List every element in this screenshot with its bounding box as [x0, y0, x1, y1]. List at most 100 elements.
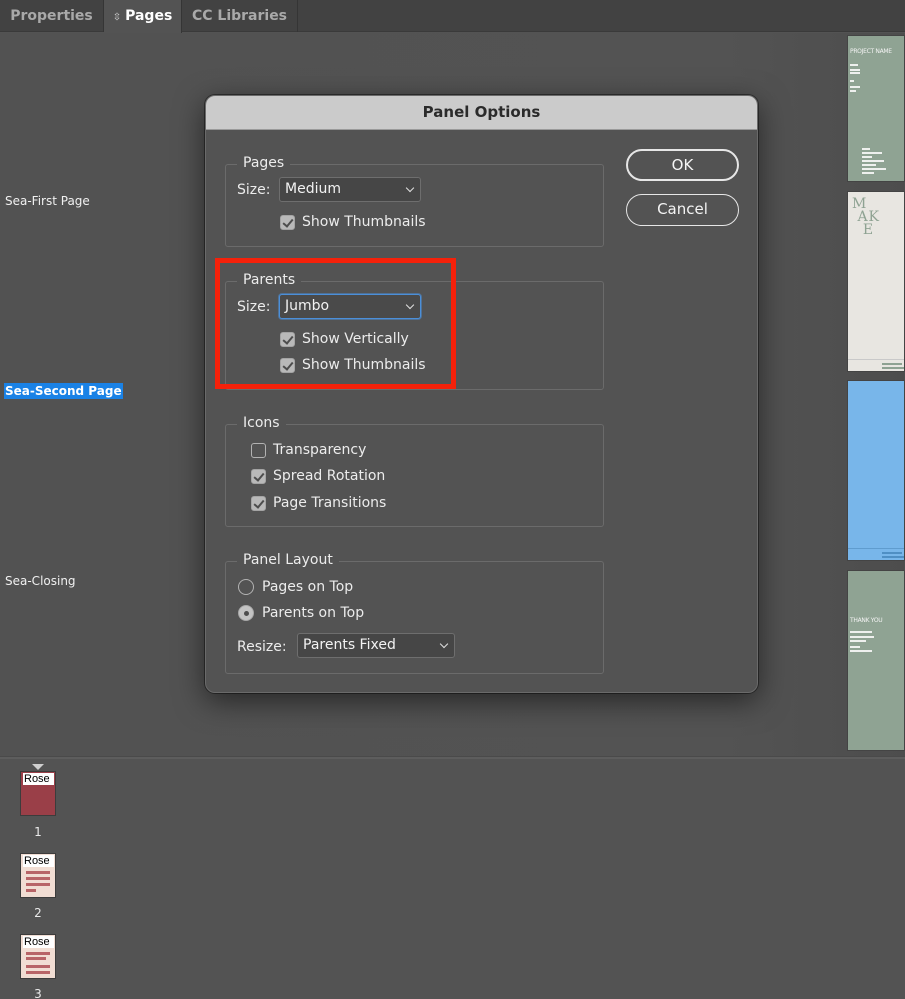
icons-group-title: Icons [237, 414, 286, 432]
spread-rotation-label: Spread Rotation [273, 468, 386, 484]
page-parent-prefix: Rose [23, 773, 54, 785]
parent-thumbnail-sea-first-page[interactable]: PROJECT NAME [847, 35, 905, 182]
thumb-line [850, 64, 858, 66]
chevron-down-icon [405, 183, 415, 193]
thumb-bar [26, 883, 50, 886]
pages-on-top-label: Pages on Top [262, 579, 354, 595]
parents-size-select[interactable]: Jumbo [279, 294, 421, 319]
parent-label-sea-first-page[interactable]: Sea-First Page [4, 193, 91, 209]
chevron-down-icon [405, 300, 415, 310]
parents-on-top-radio[interactable]: Parents on Top [238, 604, 364, 622]
current-spread-marker-icon [32, 764, 44, 770]
parents-size-label: Size: [237, 299, 271, 315]
cancel-button[interactable]: Cancel [626, 194, 739, 226]
page-number-2: 2 [34, 906, 42, 920]
thumb-project-name-text: PROJECT NAME [850, 48, 892, 55]
radio-selected-icon [238, 605, 254, 621]
thumb-line [850, 86, 860, 88]
thumb-bar [26, 957, 46, 960]
icons-group: Icons Transparency Spread Rotation Page … [225, 414, 604, 527]
thumb-line [862, 160, 884, 162]
pages-size-label: Size: [237, 182, 271, 198]
pages-show-thumbnails-checkbox[interactable]: Show Thumbnails [280, 213, 426, 231]
page-number-3: 3 [34, 987, 42, 999]
resize-label: Resize: [237, 639, 287, 655]
panel-options-dialog: Panel Options Pages Size: Medium Show Th… [205, 95, 758, 693]
thumb-footer [848, 548, 904, 560]
tab-cc-libraries[interactable]: CC Libraries [182, 0, 298, 32]
spread-rotation-checkbox[interactable]: Spread Rotation [251, 467, 385, 485]
parent-label-sea-closing[interactable]: Sea-Closing [4, 573, 77, 589]
thumb-footer-bar [882, 552, 902, 554]
checkbox-checked-icon [280, 331, 295, 347]
page-transitions-checkbox[interactable]: Page Transitions [251, 494, 386, 512]
parents-size-value: Jumbo [285, 298, 330, 314]
thumb-bar [26, 952, 50, 955]
updown-arrows-icon: ⇳ [112, 12, 122, 23]
thumb-thank-you-text: THANK YOU [850, 617, 883, 624]
thumb-line [862, 172, 874, 174]
parents-show-thumbnails-checkbox[interactable]: Show Thumbnails [280, 356, 426, 374]
resize-select[interactable]: Parents Fixed [297, 633, 455, 658]
page-thumbnail-1[interactable]: Rose [20, 771, 56, 816]
thumb-bar [26, 889, 36, 892]
page-thumbnail-2[interactable]: Rose [20, 853, 56, 898]
parents-on-top-label: Parents on Top [262, 605, 365, 621]
thumb-line [850, 631, 872, 633]
thumb-make-text: M AK E [852, 196, 881, 238]
thumb-footer-bar [882, 367, 904, 369]
parents-show-vertically-checkbox[interactable]: Show Vertically [280, 330, 409, 348]
tab-pages-label: Pages [125, 8, 173, 24]
thumb-line [850, 650, 872, 652]
pages-size-select[interactable]: Medium [279, 177, 421, 202]
parent-thumbnail-sea-closing[interactable] [847, 380, 905, 561]
transparency-label: Transparency [273, 442, 367, 458]
parent-thumbnail-sea-second-page[interactable]: M AK E [847, 191, 905, 372]
parents-show-vertically-label: Show Vertically [302, 331, 409, 347]
panel-layout-group-title: Panel Layout [237, 551, 339, 569]
parents-group: Parents Size: Jumbo Show Vertically Show… [225, 271, 604, 390]
chevron-down-icon [439, 639, 449, 649]
thumb-line [862, 156, 872, 158]
parent-thumbnail-thank-you[interactable]: THANK YOU [847, 570, 905, 751]
thumb-bar [26, 877, 50, 880]
pages-group-title: Pages [237, 154, 291, 172]
ok-button[interactable]: OK [626, 149, 739, 181]
panel-tab-bar: Properties ⇳ Pages CC Libraries [0, 0, 905, 33]
page-parent-prefix: Rose [23, 936, 54, 948]
thumb-line [862, 148, 870, 150]
thumb-line [850, 90, 856, 92]
thumb-line [850, 80, 854, 82]
resize-value: Parents Fixed [303, 637, 396, 653]
thumb-bar [26, 871, 50, 874]
page-thumbnail-3[interactable]: Rose [20, 934, 56, 979]
thumb-line [850, 636, 874, 638]
parents-group-title: Parents [237, 271, 302, 289]
thumb-footer [848, 359, 904, 371]
thumb-bar [26, 965, 50, 968]
tab-pages[interactable]: ⇳ Pages [104, 0, 182, 33]
thumb-line [862, 152, 882, 154]
pages-section: Rose 1 Rose 2 Rose 3 [0, 759, 905, 999]
thumb-line [850, 646, 860, 648]
dialog-title: Panel Options [206, 96, 757, 130]
pages-on-top-radio[interactable]: Pages on Top [238, 578, 353, 596]
checkbox-checked-icon [280, 214, 295, 230]
checkbox-checked-icon [251, 495, 266, 511]
thumb-line [862, 164, 876, 166]
thumb-line [850, 72, 860, 74]
page-number-1: 1 [34, 825, 42, 839]
pages-group: Pages Size: Medium Show Thumbnails [225, 154, 604, 247]
checkbox-unchecked-icon [251, 442, 266, 458]
thumb-bar [26, 971, 50, 974]
thumb-footer-bar [882, 363, 902, 365]
parent-label-sea-second-page[interactable]: Sea-Second Page [4, 383, 123, 399]
thumb-footer-bar [882, 556, 904, 558]
page-parent-prefix: Rose [23, 855, 54, 867]
tab-properties[interactable]: Properties [0, 0, 104, 32]
radio-unselected-icon [238, 579, 254, 595]
checkbox-checked-icon [280, 357, 295, 373]
pages-size-value: Medium [285, 181, 341, 197]
transparency-checkbox[interactable]: Transparency [251, 441, 366, 459]
parents-show-thumbnails-label: Show Thumbnails [302, 357, 426, 373]
